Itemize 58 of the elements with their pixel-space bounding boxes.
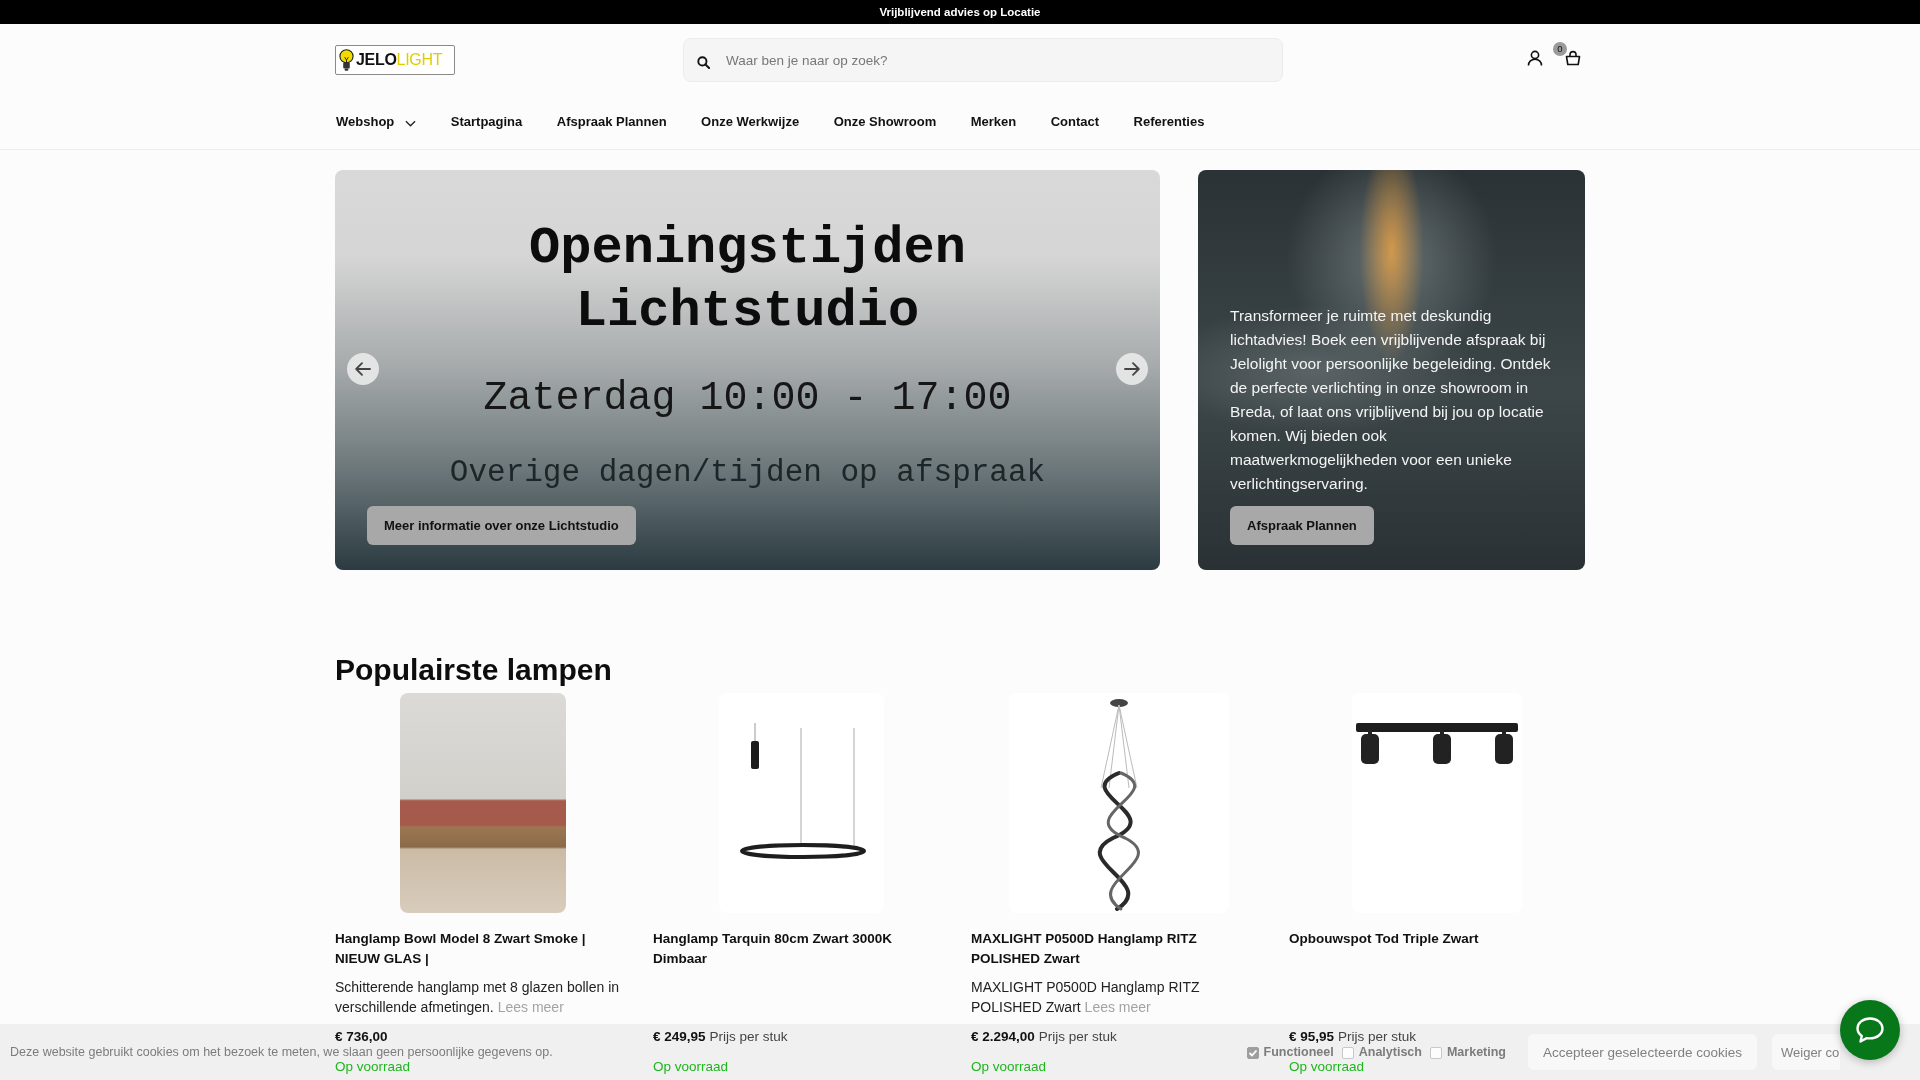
search-icon: [697, 56, 710, 69]
product-title[interactable]: Hanglamp Tarquin 80cm Zwart 3000K Dimbaar: [653, 929, 949, 969]
appointment-button[interactable]: Afspraak Plannen: [1230, 506, 1374, 545]
cookie-notice-text: Deze website gebruikt cookies om het bezoek te meten, we slaan geen persoonlijke gegevens op.: [10, 1046, 553, 1059]
price-unit: Prijs per stuk: [709, 1029, 788, 1045]
cookie-option-label[interactable]: Analytisch: [1358, 1046, 1422, 1059]
logo-wordmark: JELOLIGHT: [356, 50, 443, 70]
product-description: Schitterende hanglamp met 8 glazen bollen in verschillende afmetingen. Lees meer: [335, 978, 621, 1017]
nav-link[interactable]: Merken: [970, 110, 1017, 134]
product-price: € 95,95: [1289, 1029, 1335, 1045]
logo[interactable]: JELOLIGHT: [335, 45, 455, 75]
stock-status: Op voorraad: [653, 1059, 729, 1075]
promo-text: Transformeer je ruimte met deskundig lichtadvies! Boek een vrijblijvende afspraak bij Jelolight voor persoonlijke begeleiding. Ontdek de perfecte verlichting in onze showroom in Breda, of laat ons vrijblijvend bij jou op locatie komen. Wij bieden ook maatwerkmogelijkheden voor een unieke verlichtingservaring.: [1230, 306, 1552, 494]
product-price: € 2.294,00: [971, 1029, 1035, 1045]
stock-status: Op voorraad: [335, 1059, 411, 1075]
next-slide-button[interactable]: [1116, 353, 1148, 385]
opening-hours-text: Zaterdag 10:00 - 17:00: [483, 375, 1012, 423]
nav-link[interactable]: Afspraak Plannen: [556, 110, 667, 134]
nav-link[interactable]: Contact: [1050, 110, 1100, 134]
product-price: € 249,95: [653, 1029, 706, 1045]
checkbox[interactable]: [1341, 1046, 1354, 1059]
nav-link[interactable]: Startpagina: [450, 110, 523, 134]
stock-status: Op voorraad: [1289, 1059, 1365, 1075]
cookie-option-label[interactable]: Marketing: [1446, 1046, 1506, 1059]
dining-room-photo[interactable]: [400, 693, 566, 913]
user-icon[interactable]: [1527, 50, 1543, 66]
nav-link[interactable]: Onze Werkwijze: [701, 110, 800, 134]
banner-note: Overige dagen/tijden op afspraak: [449, 454, 1046, 492]
nav-link[interactable]: Referenties: [1133, 110, 1205, 134]
cart-count-badge: 0: [1553, 42, 1567, 56]
cookie-option-label[interactable]: Functioneel: [1263, 1046, 1334, 1059]
checkbox[interactable]: [1429, 1046, 1442, 1059]
product-title[interactable]: MAXLIGHT P0500D Hanglamp RITZ POLISHED Zwart: [971, 929, 1267, 969]
reject-cookies-button[interactable]: Weiger co: [1772, 1034, 1840, 1070]
product-description: MAXLIGHT P0500D Hanglamp RITZ POLISHED Zwart Lees meer: [971, 978, 1201, 1017]
arrow-left-icon: [355, 362, 371, 376]
light-bulb-icon: [339, 48, 354, 72]
banner-heading: Lichtstudio: [575, 282, 920, 342]
accept-cookies-button[interactable]: Accepteer geselecteerde cookies: [1528, 1034, 1757, 1070]
announcement-text: Vrijblijvend advies op Locatie: [879, 5, 1041, 20]
product-title[interactable]: Opbouwspot Tod Triple Zwart: [1289, 929, 1585, 949]
product-title[interactable]: Hanglamp Bowl Model 8 Zwart Smoke | NIEUW GLAS |: [335, 929, 631, 969]
product-price: € 736,00: [335, 1029, 388, 1045]
nav-link[interactable]: Onze Showroom: [833, 110, 937, 134]
nav-link[interactable]: Webshop: [335, 110, 417, 134]
checkbox[interactable]: [1246, 1046, 1259, 1059]
price-unit: Prijs per stuk: [1038, 1029, 1117, 1045]
speech-bubble-icon: [1855, 1016, 1885, 1044]
more-info-button[interactable]: Meer informatie over onze Lichtstudio: [367, 506, 636, 545]
search-field[interactable]: Waar ben je naar op zoek?: [683, 38, 1283, 82]
chat-button[interactable]: [1840, 1000, 1900, 1060]
section-heading: Populairste lampen: [335, 652, 613, 688]
stock-status: Op voorraad: [971, 1059, 1047, 1075]
previous-slide-button[interactable]: [347, 353, 379, 385]
arrow-right-icon: [1124, 362, 1140, 376]
shopping-bag-icon[interactable]: [1565, 50, 1581, 66]
banner-heading: Openingstijden: [529, 219, 966, 279]
price-unit: Prijs per stuk: [1338, 1029, 1417, 1045]
